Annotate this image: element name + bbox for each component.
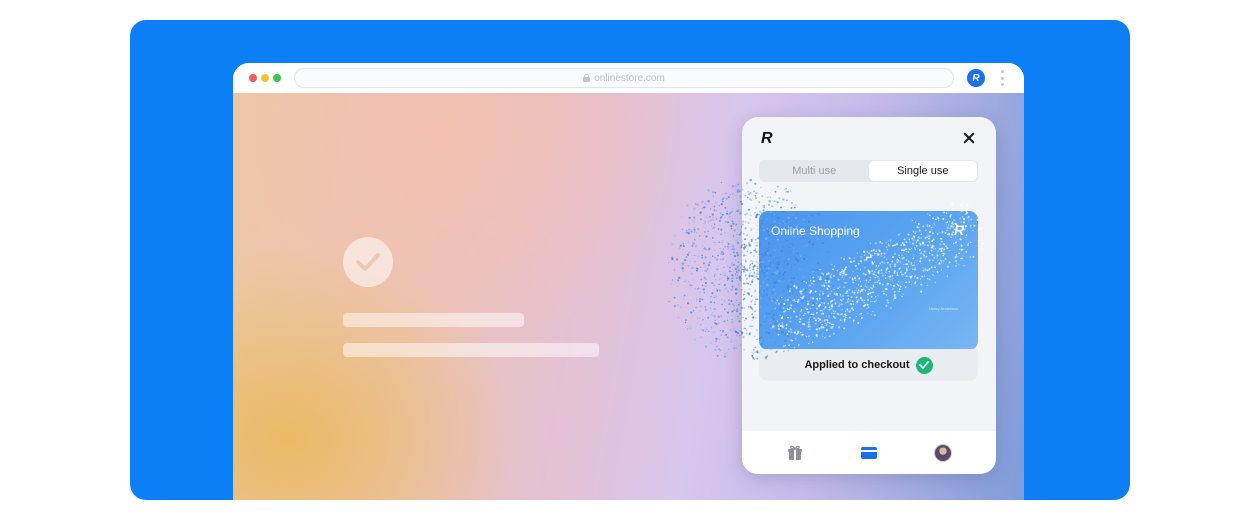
extension-popup: R Multi use Single use Online Shopping R…: [742, 117, 996, 474]
status-row: Applied to checkout: [759, 349, 978, 381]
avatar-icon: [934, 443, 952, 462]
check-circle-icon: [915, 356, 933, 374]
lock-icon: [583, 74, 591, 82]
nav-cards[interactable]: [849, 438, 889, 468]
browser-toolbar: onlinestore.com R: [233, 63, 1024, 93]
card-title: Online Shopping: [771, 224, 860, 238]
nav-profile[interactable]: [923, 438, 963, 468]
revolut-extension-icon[interactable]: R: [967, 69, 985, 87]
close-window-dot[interactable]: [249, 74, 257, 82]
gift-icon: [788, 445, 802, 460]
virtual-card[interactable]: Online Shopping R Henry Anderson * *: [759, 211, 978, 350]
kebab-menu-icon[interactable]: [1000, 70, 1004, 86]
placeholder-text-line: [343, 313, 524, 327]
address-bar[interactable]: onlinestore.com: [294, 68, 954, 88]
hero-banner: onlinestore.com R R Multi use Single use…: [130, 20, 1130, 500]
nav-gifts[interactable]: [775, 438, 815, 468]
check-icon: [343, 237, 393, 287]
tab-multi-use[interactable]: Multi use: [760, 161, 869, 181]
tab-single-use[interactable]: Single use: [868, 161, 977, 181]
close-icon[interactable]: [962, 131, 976, 145]
placeholder-text-line: [343, 343, 599, 357]
url-text: onlinestore.com: [594, 72, 665, 84]
maximize-window-dot[interactable]: [273, 74, 281, 82]
status-text: Applied to checkout: [804, 359, 910, 371]
minimize-window-dot[interactable]: [261, 74, 269, 82]
card-logo-icon: R: [954, 222, 965, 238]
card-icon: [861, 446, 877, 459]
card-number: * *: [771, 323, 786, 335]
revolut-logo-icon: R: [761, 130, 773, 147]
bottom-nav: [742, 431, 996, 474]
card-type-switch: Multi use Single use: [759, 160, 978, 182]
card-holder: Henry Anderson: [929, 306, 958, 311]
